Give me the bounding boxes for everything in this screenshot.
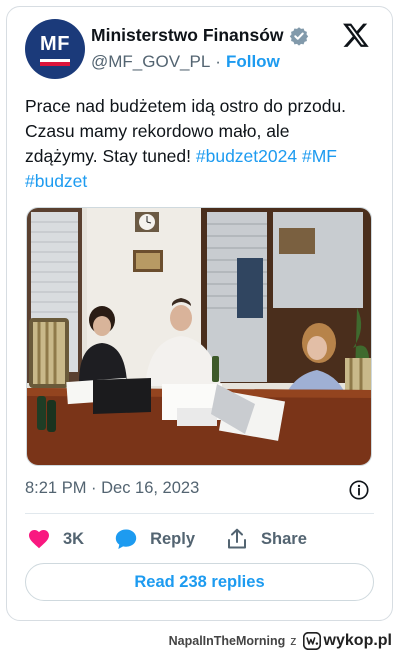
read-replies-button[interactable]: Read 238 replies [25,563,374,601]
avatar-text: MF [40,33,70,55]
avatar[interactable]: MF [25,19,85,79]
wykop-logo: wykop.pl [302,632,392,650]
verified-badge-icon [289,26,308,46]
author-handle[interactable]: @MF_GOV_PL [91,52,210,72]
reply-bubble-icon [115,529,137,549]
author-name-row: Ministerstwo Finansów [91,25,309,46]
office-meeting-photo [27,208,371,465]
wykop-site-name: wykop.pl [323,632,392,649]
share-button[interactable]: Share [225,527,307,551]
heart-icon [29,530,49,549]
x-logo-icon[interactable] [342,21,370,49]
watermark-username: NapalInTheMorning [168,634,286,648]
separator-dot: · [215,52,221,71]
tweet-timestamp[interactable]: 8:21 PM · Dec 16, 2023 [25,479,199,498]
info-icon[interactable] [348,479,370,501]
tweet-text: Prace nad budżetem idą ostro do przodu. … [25,94,380,194]
divider [25,513,374,514]
author-handle-row: @MF_GOV_PL · Follow [91,52,280,72]
tweet-photo[interactable] [26,207,372,466]
follow-button[interactable]: Follow [226,52,280,72]
tweet-text-line-3: zdążymy. Stay tuned! [25,146,196,166]
tweet-actions: 3K Reply Share [27,525,307,553]
tweet-text-line-2: Czasu mamy rekordowo mało, ale [25,121,290,141]
tweet-text-line-1: Prace nad budżetem idą ostro do przodu. [25,96,347,116]
watermark-z: z [290,634,297,648]
likes-count: 3K [63,529,85,548]
reply-button[interactable]: Reply [114,527,225,551]
share-label: Share [261,529,307,548]
like-button[interactable]: 3K [27,527,114,551]
watermark-footer: NapalInTheMorning z wykop.pl [169,632,392,650]
hashtag-budzet2024[interactable]: #budzet2024 [196,146,297,166]
tweet-card: MF Ministerstwo Finansów @MF_GOV_PL · Fo… [6,6,393,621]
hashtag-budzet[interactable]: #budzet [25,171,87,191]
reply-label: Reply [150,529,196,548]
hashtag-mf[interactable]: #MF [302,146,337,166]
polish-flag-icon [40,59,70,66]
wykop-logo-icon [302,632,321,650]
share-icon [228,528,247,549]
author-display-name[interactable]: Ministerstwo Finansów [91,25,284,46]
